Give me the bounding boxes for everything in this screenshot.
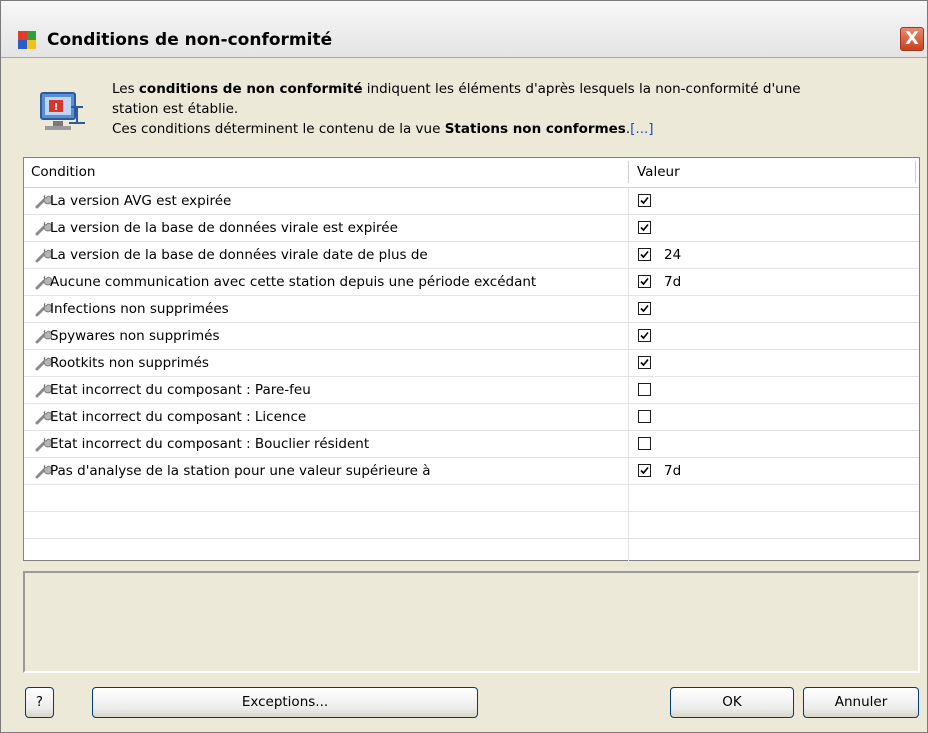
condition-value[interactable]: 7d [664,274,681,290]
table-row[interactable]: Rootkits non supprimés [24,350,919,377]
title-bar[interactable]: Conditions de non-conformité X [1,1,927,58]
condition-cell: Pas d'analyse de la station pour une val… [24,458,628,484]
cell-divider [628,350,629,376]
cell-divider [628,323,629,349]
condition-label: Aucune communication avec cette station … [50,274,537,290]
condition-label: Pas d'analyse de la station pour une val… [50,463,431,479]
ok-button[interactable]: OK [670,687,794,718]
condition-cell: Etat incorrect du composant : Pare-feu [24,377,628,403]
empty-table-row [24,512,919,539]
condition-checkbox[interactable] [638,383,651,396]
avg-app-icon [18,31,36,49]
description-text: Les conditions de non conformité indique… [112,79,912,139]
condition-checkbox[interactable] [638,437,651,450]
condition-cell: Aucune communication avec cette station … [24,269,628,295]
condition-cell: La version AVG est expirée [24,188,628,214]
cell-divider [628,539,629,565]
desc-text-part: Les [112,81,139,97]
condition-checkbox[interactable] [638,275,651,288]
condition-label: La version AVG est expirée [50,193,232,209]
column-divider[interactable] [628,161,629,183]
table-row[interactable]: Etat incorrect du composant : Licence [24,404,919,431]
condition-checkbox[interactable] [638,194,651,207]
table-row[interactable]: Etat incorrect du composant : Pare-feu [24,377,919,404]
cell-divider [628,188,629,214]
table-row[interactable]: La version de la base de données virale … [24,215,919,242]
table-row[interactable]: Aucune communication avec cette station … [24,269,919,296]
cell-divider [628,431,629,457]
table-header: Condition Valeur [24,158,919,188]
condition-checkbox[interactable] [638,464,651,477]
description-line-3: Ces conditions déterminent le contenu de… [112,119,912,139]
condition-cell: Etat incorrect du composant : Licence [24,404,628,430]
conditions-table: Condition Valeur La version AVG est expi… [23,157,920,566]
window-title: Conditions de non-conformité [47,30,333,50]
desc-text-part: Ces conditions déterminent le contenu de… [112,121,445,137]
empty-table-row [24,485,919,512]
condition-checkbox[interactable] [638,410,651,423]
desc-text-part: indiquent les éléments d'après lesquels … [362,81,801,97]
svg-text:!: ! [54,102,59,113]
description-line-1: Les conditions de non conformité indique… [112,79,912,99]
column-header-value[interactable]: Valeur [637,164,680,180]
column-divider[interactable] [915,161,916,183]
cell-divider [628,485,629,511]
condition-value[interactable]: 7d [664,463,681,479]
empty-table-row [24,539,919,566]
details-panel [23,571,920,673]
table-row[interactable]: La version AVG est expirée [24,188,919,215]
network-station-icon: ! [40,92,85,130]
condition-label: Spywares non supprimés [50,328,220,344]
close-button[interactable]: X [900,27,924,51]
desc-bold-term: conditions de non conformité [138,81,363,97]
table-row[interactable]: Etat incorrect du composant : Bouclier r… [24,431,919,458]
condition-label: Rootkits non supprimés [50,355,209,371]
condition-checkbox[interactable] [638,221,651,234]
condition-cell: Infections non supprimées [24,296,628,322]
cell-divider [628,242,629,268]
more-info-link[interactable]: [...] [630,121,653,137]
table-row[interactable]: Spywares non supprimés [24,323,919,350]
cell-divider [628,404,629,430]
condition-label: Etat incorrect du composant : Licence [50,409,307,425]
help-button[interactable]: ? [25,687,54,718]
condition-checkbox[interactable] [638,248,651,261]
dialog-window: Conditions de non-conformité X ! Les con… [0,0,928,733]
column-header-condition[interactable]: Condition [31,164,95,180]
condition-label: Etat incorrect du composant : Bouclier r… [50,436,370,452]
condition-cell: La version de la base de données virale … [24,215,628,241]
table-body: La version AVG est expirée La version de … [24,188,919,566]
description-line-2: station est établie. [112,101,239,117]
condition-cell: Etat incorrect du composant : Bouclier r… [24,431,628,457]
condition-label: Etat incorrect du composant : Pare-feu [50,382,311,398]
exceptions-button[interactable]: Exceptions... [92,687,478,718]
condition-checkbox[interactable] [638,302,651,315]
condition-checkbox[interactable] [638,356,651,369]
cell-divider [628,377,629,403]
cell-divider [628,269,629,295]
condition-cell: Rootkits non supprimés [24,350,628,376]
condition-label: La version de la base de données virale … [50,247,428,263]
condition-label: Infections non supprimées [50,301,229,317]
condition-checkbox[interactable] [638,329,651,342]
condition-label: La version de la base de données virale … [50,220,398,236]
cell-divider [628,458,629,484]
cell-divider [628,215,629,241]
cancel-button[interactable]: Annuler [803,687,919,718]
condition-value[interactable]: 24 [664,247,681,263]
table-row[interactable]: La version de la base de données virale … [24,242,919,269]
desc-bold-view-name: Stations non conformes [444,121,626,137]
condition-cell: Spywares non supprimés [24,323,628,349]
cell-divider [628,296,629,322]
cell-divider [628,512,629,538]
condition-cell: La version de la base de données virale … [24,242,628,268]
table-row[interactable]: Pas d'analyse de la station pour une val… [24,458,919,485]
table-row[interactable]: Infections non supprimées [24,296,919,323]
